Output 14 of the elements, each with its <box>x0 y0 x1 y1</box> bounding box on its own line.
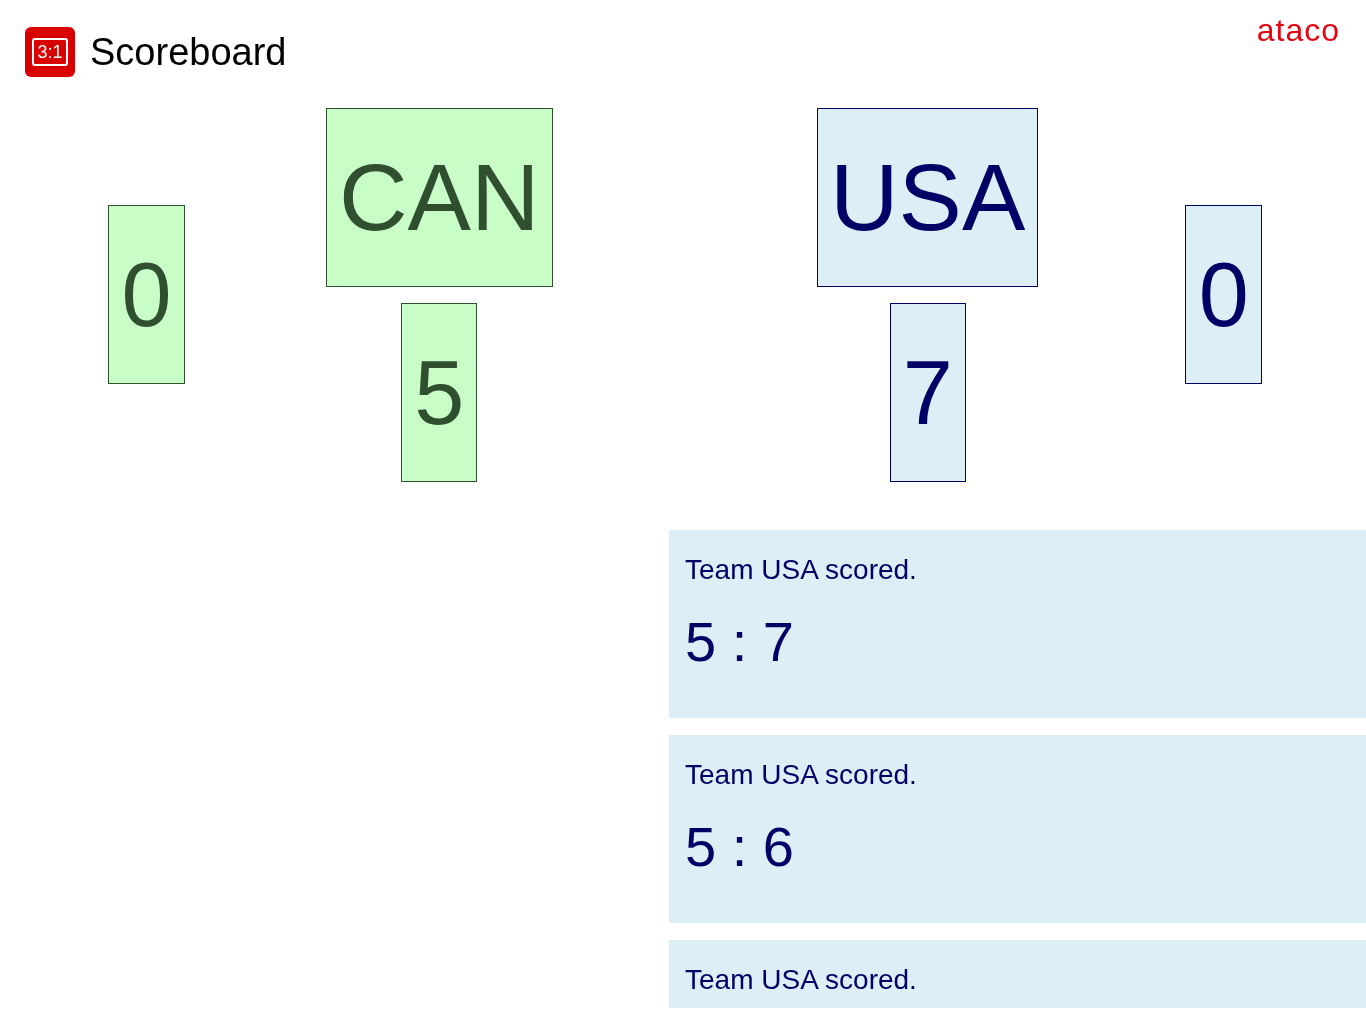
app-title: Scoreboard <box>90 29 287 75</box>
logo-icon: 3:1 <box>25 27 75 77</box>
event-message: Team USA scored. <box>685 554 918 586</box>
brand-logo: ataco <box>1256 14 1340 46</box>
period-score: 0 <box>108 205 185 384</box>
period-score: 0 <box>1185 205 1263 384</box>
event-message: Team USA scored. <box>685 759 918 791</box>
team-score: 5 <box>401 303 478 482</box>
team-score: 7 <box>889 303 966 482</box>
event-score: 5 : 7 <box>685 614 795 670</box>
team-name: CAN <box>326 108 553 287</box>
team-name: USA <box>817 108 1039 287</box>
event-score: 5 : 6 <box>685 819 795 875</box>
event-message: Team USA scored. <box>685 964 918 996</box>
